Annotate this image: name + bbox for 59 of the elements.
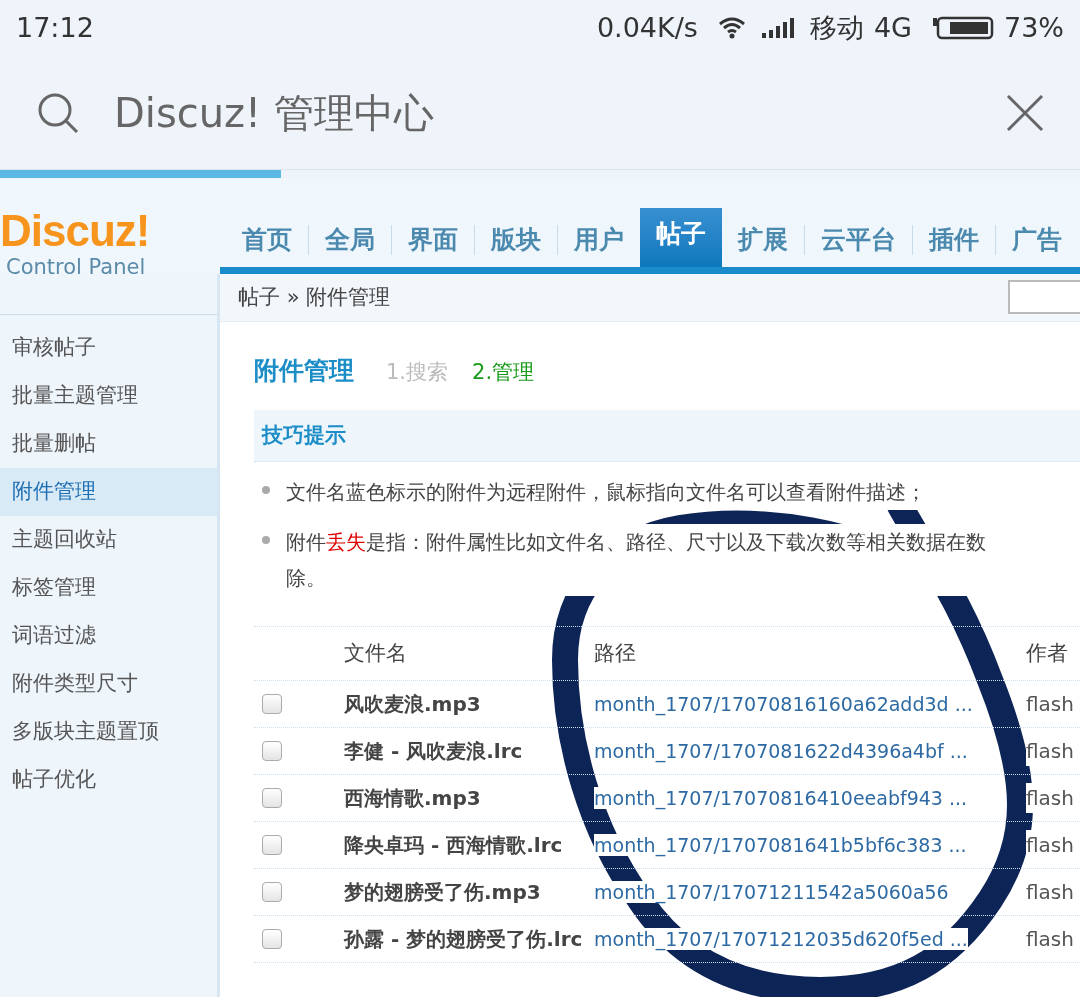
sidebar-item[interactable]: 多版块主题置顶 (0, 708, 217, 756)
nav-tab[interactable]: 首页 (226, 213, 308, 267)
row-checkbox[interactable] (262, 882, 282, 902)
nav-tab[interactable]: 云平台 (805, 213, 912, 267)
file-name-cell-text: 风吹麦浪.mp3 (344, 691, 482, 718)
battery-icon (932, 16, 994, 40)
wifi-icon (717, 17, 746, 39)
row-checkbox[interactable] (262, 741, 282, 761)
step-link[interactable]: 2.管理 (472, 357, 535, 389)
sidebar-item[interactable]: 标签管理 (0, 564, 217, 612)
section-title: 附件管理 (254, 355, 354, 387)
tips-heading: 技巧提示 (262, 421, 346, 449)
path-link[interactable]: month_1707/17070816410eeabf943 ... (594, 786, 968, 809)
nav-tab[interactable]: 帖子 (640, 208, 722, 267)
nav-tab[interactable]: 版块 (475, 213, 557, 267)
author-cell: flash (1026, 783, 1074, 813)
row-checkbox[interactable] (262, 694, 282, 714)
nav-tab[interactable]: 广告 (996, 213, 1078, 267)
search-input[interactable] (1008, 280, 1080, 314)
logo-text: Discuz! (0, 208, 151, 254)
row-checkbox[interactable] (262, 929, 282, 949)
file-name-cell-text: 西海情歌.mp3 (344, 785, 482, 812)
breadcrumb: 帖子 » 附件管理 (238, 283, 391, 311)
sidebar-item[interactable]: 帖子优化 (0, 756, 217, 804)
row-checkbox[interactable] (262, 835, 282, 855)
row-checkbox[interactable] (262, 788, 282, 808)
nav-tab[interactable]: 用户 (558, 213, 640, 267)
network-type: 4G (873, 10, 912, 45)
bullet-icon (262, 536, 270, 544)
page-title-field[interactable]: Discuz! 管理中心 (114, 82, 434, 143)
nav-tab[interactable]: 界面 (392, 213, 474, 267)
battery-percent: 73% (1004, 10, 1064, 45)
file-name-cell-text: 降央卓玛 - 西海情歌.lrc (344, 832, 564, 859)
nav-tab[interactable]: 插件 (913, 213, 995, 267)
column-header: 路径 (594, 639, 637, 667)
path-link[interactable]: month_1707/17071212035d620f5ed ... (594, 927, 968, 950)
path-link[interactable]: month_1707/17071211542a5060a56 (594, 880, 949, 903)
nav-tab[interactable]: 扩展 (722, 213, 804, 267)
clock-time: 17:12 (16, 10, 94, 45)
column-header: 作者 (1026, 639, 1069, 667)
sidebar-item[interactable]: 附件类型尺寸 (0, 660, 217, 708)
carrier-name: 移动 (809, 10, 864, 45)
path-link[interactable]: month_1707/1707081641b5bf6c383 ... (594, 833, 967, 856)
file-name-cell-text: 李健 - 风吹麦浪.lrc (344, 738, 524, 765)
sidebar-item[interactable]: 批量主题管理 (0, 372, 217, 420)
close-icon[interactable] (1006, 93, 1044, 132)
file-name-cell-text: 孙露 - 梦的翅膀受了伤.lrc (344, 926, 584, 953)
sidebar-item[interactable]: 词语过滤 (0, 612, 217, 660)
sidebar-item[interactable]: 批量删帖 (0, 420, 217, 468)
nav-tab[interactable]: 全局 (309, 213, 391, 267)
file-name-cell-text: 梦的翅膀受了伤.mp3 (344, 879, 542, 906)
bullet-icon (262, 486, 270, 494)
sidebar-item[interactable]: 审核帖子 (0, 324, 217, 372)
logo-subtitle: Control Panel (5, 254, 147, 280)
network-speed: 0.04K/s (596, 10, 698, 45)
sidebar-item[interactable]: 附件管理 (0, 468, 217, 516)
sidebar-item[interactable]: 主题回收站 (0, 516, 217, 564)
tip-text: 附件丢失是指：附件属性比如文件名、路径、尺寸以及下载次数等相关数据在数 除。 (286, 524, 986, 596)
column-header: 文件名 (344, 639, 408, 667)
